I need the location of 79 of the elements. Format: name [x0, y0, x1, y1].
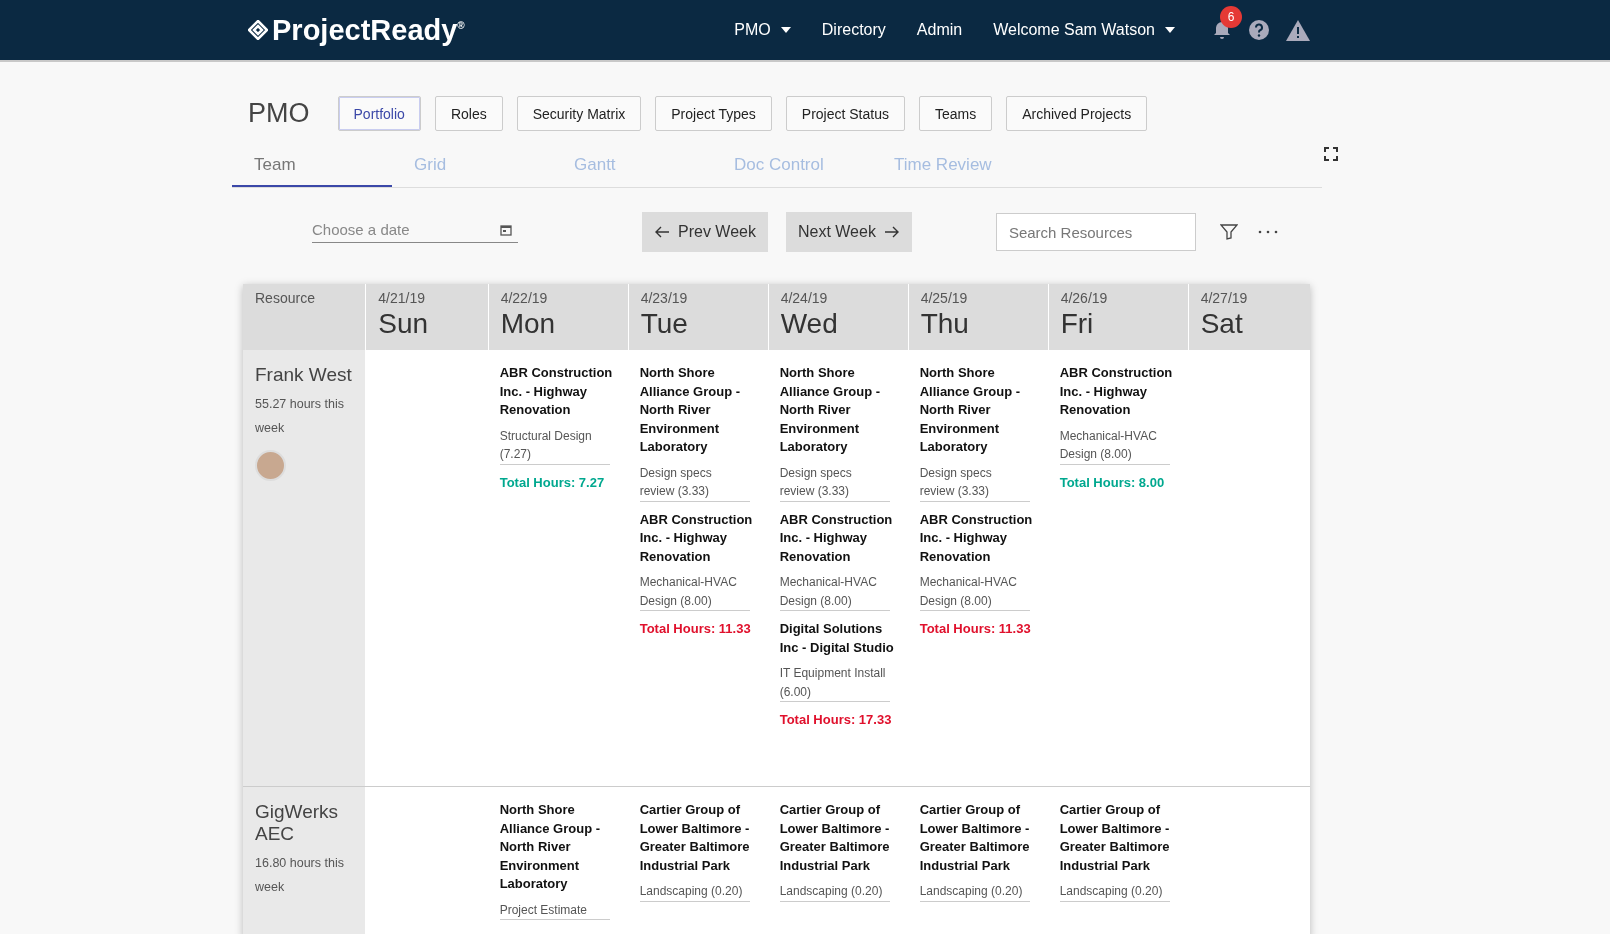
day-name: Fri	[1060, 308, 1095, 340]
total-hours: Total Hours: 11.33	[639, 620, 752, 638]
total-hours: Total Hours: 17.33	[779, 711, 892, 729]
nav-link[interactable]: PMO	[734, 21, 791, 39]
project-name: ABR Construction Inc. - Highway Renovation	[639, 510, 754, 566]
task-entry: Design specs review (3.33)	[779, 463, 890, 502]
arrow-right-icon	[883, 226, 900, 238]
task-entry: Landscaping (0.20)	[639, 882, 750, 902]
day-date: 4/27/19	[1200, 290, 1249, 306]
notification-badge: 6	[1220, 6, 1242, 28]
column-heading: Resource	[255, 290, 316, 306]
logo-text: ProjectReady$^{®}$	[272, 13, 465, 47]
project-name: North Shore Alliance Group - North River Environment Laboratory	[639, 364, 742, 456]
section-button[interactable]: Security Matrix	[516, 96, 642, 131]
project-name: ABR Construction Inc. - Highway Renovation	[779, 510, 894, 566]
section-button[interactable]: Teams	[918, 96, 993, 131]
next-week-button[interactable]: Next Week	[785, 212, 912, 252]
resource-name: GigWerks AEC	[255, 801, 340, 845]
day-date: 4/23/19	[640, 290, 689, 306]
task-entry: Structural Design (7.27)	[499, 426, 610, 465]
section-button[interactable]: Roles	[434, 96, 503, 131]
search-field[interactable]: Search Resources	[995, 213, 1196, 251]
resource-hours: 16.80 hours this week	[255, 855, 345, 896]
view-tab[interactable]: Team	[232, 155, 392, 187]
project-name: ABR Construction Inc. - Highway Renovation	[1059, 364, 1174, 419]
logo-icon	[248, 20, 268, 40]
section-button[interactable]: Portfolio	[337, 96, 421, 131]
date-field[interactable]: Choose a date	[312, 221, 518, 243]
day-name: Sun	[378, 308, 430, 340]
resource-name: Frank West	[255, 364, 353, 386]
nav-link[interactable]: Directory	[821, 21, 886, 39]
task-entry: Mechanical-HVAC Design (8.00)	[919, 573, 1030, 611]
filter-icon[interactable]	[1219, 224, 1238, 240]
prev-week-button[interactable]: Prev Week	[642, 212, 768, 252]
nav-link[interactable]: Admin	[916, 21, 963, 39]
task-entry: Design specs review (3.33)	[639, 463, 750, 502]
day-name: Thu	[920, 308, 970, 340]
nav-link[interactable]: Welcome Sam Watson	[993, 21, 1175, 39]
project-name: Cartier Group of Lower Baltimore - Greater Baltimore Industrial Park	[919, 801, 1031, 875]
task-entry: Landscaping (0.20)	[779, 882, 890, 902]
task-entry: IT Equipment Install (6.00)	[779, 664, 890, 702]
task-entry: Mechanical-HVAC Design (8.00)	[1059, 426, 1170, 465]
project-name: Cartier Group of Lower Baltimore - Greater Baltimore Industrial Park	[1059, 801, 1171, 875]
calendar-icon	[500, 224, 512, 236]
help-icon[interactable]	[1248, 19, 1270, 41]
resource-hours: 55.27 hours this week	[255, 396, 345, 437]
total-hours: Total Hours: 7.27	[499, 473, 606, 492]
page-title: PMO	[248, 98, 310, 129]
day-date: 4/25/19	[920, 290, 969, 306]
day-name: Tue	[640, 308, 689, 340]
day-date: 4/22/19	[500, 290, 549, 306]
task-entry: Project Estimate	[499, 900, 610, 920]
section-button[interactable]: Project Status	[785, 96, 905, 131]
task-entry: Landscaping (0.20)	[919, 882, 1030, 902]
task-entry: Landscaping (0.20)	[1059, 882, 1170, 902]
warning-icon[interactable]	[1286, 19, 1310, 41]
fullscreen-icon[interactable]	[1324, 147, 1338, 161]
project-name: North Shore Alliance Group - North River Environment Laboratory	[779, 364, 882, 456]
project-name: Cartier Group of Lower Baltimore - Greater Baltimore Industrial Park	[639, 801, 751, 875]
day-date: 4/21/19	[378, 290, 427, 306]
task-entry: Mechanical-HVAC Design (8.00)	[779, 573, 890, 611]
day-name: Wed	[780, 308, 839, 340]
total-hours: Total Hours: 8.00	[1059, 473, 1166, 492]
task-entry: Design specs review (3.33)	[919, 463, 1030, 502]
day-date: 4/24/19	[780, 290, 829, 306]
day-name: Mon	[500, 308, 557, 340]
project-name: ABR Construction Inc. - Highway Renovation	[919, 510, 1034, 566]
task-entry: Mechanical-HVAC Design (8.00)	[639, 573, 750, 611]
project-name: ABR Construction Inc. - Highway Renovation	[499, 364, 614, 419]
day-name: Sat	[1200, 308, 1244, 340]
total-hours: Total Hours: 11.33	[919, 620, 1032, 638]
arrow-left-icon	[654, 226, 670, 238]
day-date: 4/26/19	[1060, 290, 1109, 306]
section-button[interactable]: Project Types	[655, 96, 772, 131]
project-name: Digital Solutions Inc - Digital Studio	[779, 620, 895, 657]
project-name: North Shore Alliance Group - North River Environment Laboratory	[499, 801, 602, 893]
section-button[interactable]: Archived Projects	[1006, 96, 1148, 131]
project-name: Cartier Group of Lower Baltimore - Greater Baltimore Industrial Park	[779, 801, 891, 875]
project-name: North Shore Alliance Group - North River Environment Laboratory	[919, 364, 1022, 456]
